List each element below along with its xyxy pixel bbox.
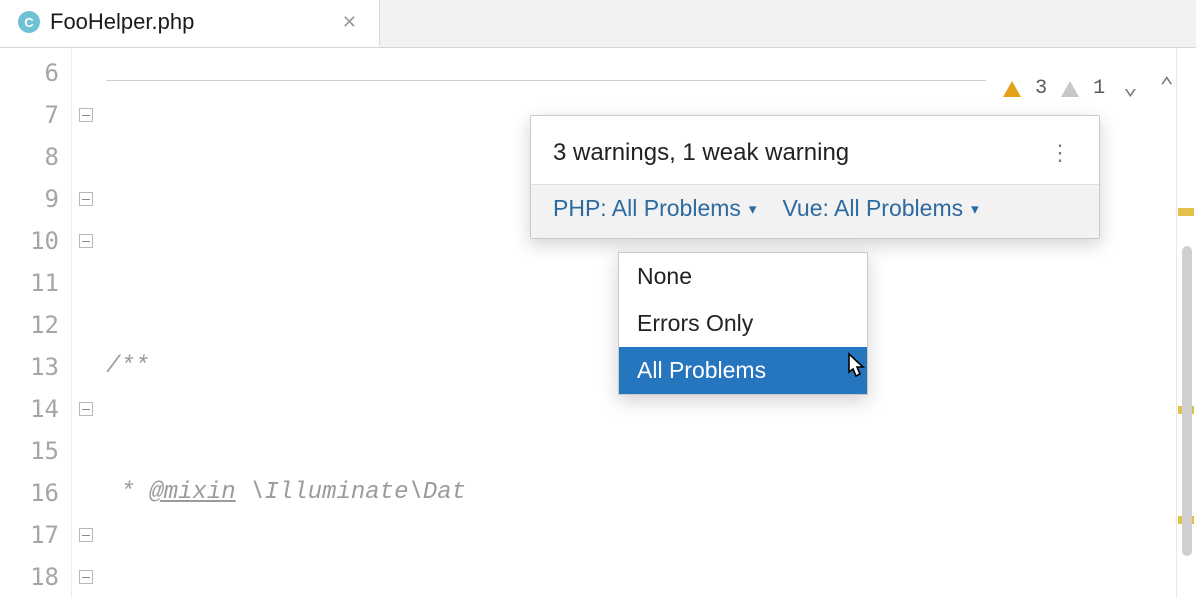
separator — [106, 80, 986, 81]
close-icon[interactable]: ✕ — [338, 8, 361, 37]
comment: /** — [106, 353, 149, 380]
fold-cell — [72, 388, 100, 430]
annotation: @mixin — [149, 479, 235, 506]
popup-filters: PHP: All Problems ▾ Vue: All Problems ▾ — [531, 184, 1099, 238]
chevron-down-icon[interactable]: ⌄ — [1119, 66, 1141, 112]
fold-cell — [72, 220, 100, 262]
line-number: 8 — [0, 136, 71, 178]
line-number: 14 — [0, 388, 71, 430]
line-number: 10 — [0, 220, 71, 262]
fold-toggle-icon[interactable] — [79, 528, 93, 542]
fold-cell — [72, 430, 100, 472]
fold-cell — [72, 346, 100, 388]
chevron-down-icon: ▾ — [749, 200, 757, 218]
warning-count: 3 — [1035, 68, 1047, 110]
chevron-down-icon: ▾ — [971, 200, 979, 218]
menu-item[interactable]: None — [619, 253, 867, 300]
tab-filename: FooHelper.php — [50, 9, 194, 35]
line-number: 6 — [0, 52, 71, 94]
error-stripe[interactable] — [1176, 48, 1196, 598]
line-number: 18 — [0, 556, 71, 598]
line-number: 16 — [0, 472, 71, 514]
scrollbar-thumb[interactable] — [1182, 246, 1192, 556]
line-number: 9 — [0, 178, 71, 220]
fold-toggle-icon[interactable] — [79, 402, 93, 416]
line-number: 13 — [0, 346, 71, 388]
menu-item[interactable]: All Problems — [619, 347, 867, 394]
popup-title: 3 warnings, 1 weak warning — [553, 139, 849, 167]
inspection-level-menu: NoneErrors OnlyAll Problems — [618, 252, 868, 395]
line-number: 12 — [0, 304, 71, 346]
popup-header: 3 warnings, 1 weak warning ⋮ — [531, 116, 1099, 184]
fold-toggle-icon[interactable] — [79, 192, 93, 206]
filetype-icon: C — [18, 11, 40, 33]
inspection-popup: 3 warnings, 1 weak warning ⋮ PHP: All Pr… — [530, 115, 1100, 239]
inspection-indicator[interactable]: ! 3 ! 1 ⌄ ⌃ — [1003, 66, 1178, 112]
warning-icon: ! — [1003, 81, 1021, 97]
fold-cell — [72, 262, 100, 304]
more-icon[interactable]: ⋮ — [1043, 136, 1077, 170]
fold-cell — [72, 52, 100, 94]
code-line: * @mixin \Illuminate\Dat — [100, 472, 1196, 514]
fold-cell — [72, 136, 100, 178]
tab-bar: C FooHelper.php ✕ — [0, 0, 1196, 48]
filter-vue[interactable]: Vue: All Problems ▾ — [782, 195, 978, 222]
fold-column — [72, 48, 100, 598]
weak-warning-count: 1 — [1093, 68, 1105, 110]
filter-php[interactable]: PHP: All Problems ▾ — [553, 195, 756, 222]
fold-cell — [72, 514, 100, 556]
line-gutter: 6789101112131415161718 — [0, 48, 72, 598]
line-number: 17 — [0, 514, 71, 556]
fold-cell — [72, 472, 100, 514]
filter-label: Vue: All Problems — [782, 195, 963, 222]
weak-warning-icon: ! — [1061, 81, 1079, 97]
line-number: 7 — [0, 94, 71, 136]
comment: * — [106, 479, 149, 506]
line-number: 11 — [0, 262, 71, 304]
fold-cell — [72, 94, 100, 136]
fold-toggle-icon[interactable] — [79, 108, 93, 122]
comment: \Illuminate\Dat — [236, 479, 466, 506]
fold-toggle-icon[interactable] — [79, 570, 93, 584]
fold-cell — [72, 556, 100, 598]
fold-cell — [72, 304, 100, 346]
warning-marker[interactable] — [1178, 208, 1194, 216]
chevron-up-icon[interactable]: ⌃ — [1156, 66, 1178, 112]
fold-cell — [72, 178, 100, 220]
filter-label: PHP: All Problems — [553, 195, 741, 222]
fold-toggle-icon[interactable] — [79, 234, 93, 248]
line-number: 15 — [0, 430, 71, 472]
editor-tab[interactable]: C FooHelper.php ✕ — [0, 0, 380, 47]
menu-item[interactable]: Errors Only — [619, 300, 867, 347]
